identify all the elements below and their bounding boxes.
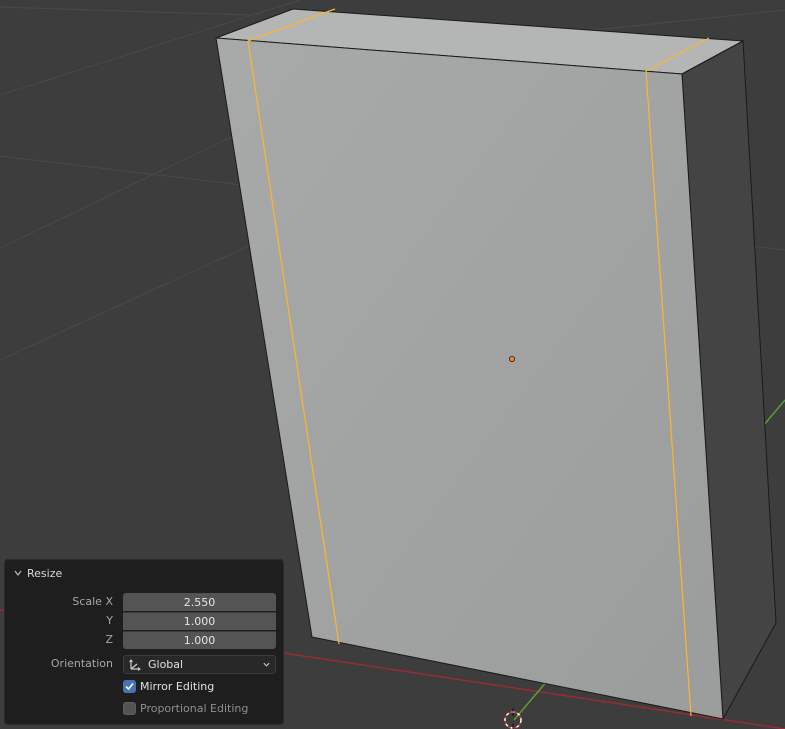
scale-z-field[interactable]: 1.000 [123, 631, 276, 649]
mesh-front-face [215, 37, 724, 720]
chevron-down-icon[interactable] [13, 568, 23, 578]
scale-z-label: Z [105, 633, 113, 646]
chevron-down-icon [263, 662, 270, 667]
proportional-editing-label[interactable]: Proportional Editing [140, 702, 248, 715]
panel-header[interactable]: Resize [13, 566, 62, 580]
scale-y-field[interactable]: 1.000 [123, 612, 276, 630]
scale-x-field[interactable]: 2.550 [123, 593, 276, 611]
mirror-editing-label[interactable]: Mirror Editing [140, 680, 214, 693]
mirror-editing-checkbox[interactable] [123, 680, 136, 693]
object-origin [508, 355, 515, 362]
proportional-editing-checkbox[interactable] [123, 702, 136, 715]
orientation-label: Orientation [50, 657, 113, 670]
checkmark-icon [125, 682, 134, 691]
orientation-value: Global [148, 658, 184, 671]
scale-y-label: Y [106, 614, 113, 627]
global-axes-icon [129, 658, 141, 671]
3d-cursor-icon [504, 708, 522, 729]
mesh-object[interactable] [215, 8, 777, 721]
panel-title: Resize [27, 566, 63, 580]
operator-panel-resize: Resize Scale X 2.550 Y 1.000 Z 1.000 Ori… [4, 559, 284, 725]
scale-x-label: Scale X [72, 595, 113, 608]
orientation-dropdown[interactable]: Global [123, 655, 276, 674]
